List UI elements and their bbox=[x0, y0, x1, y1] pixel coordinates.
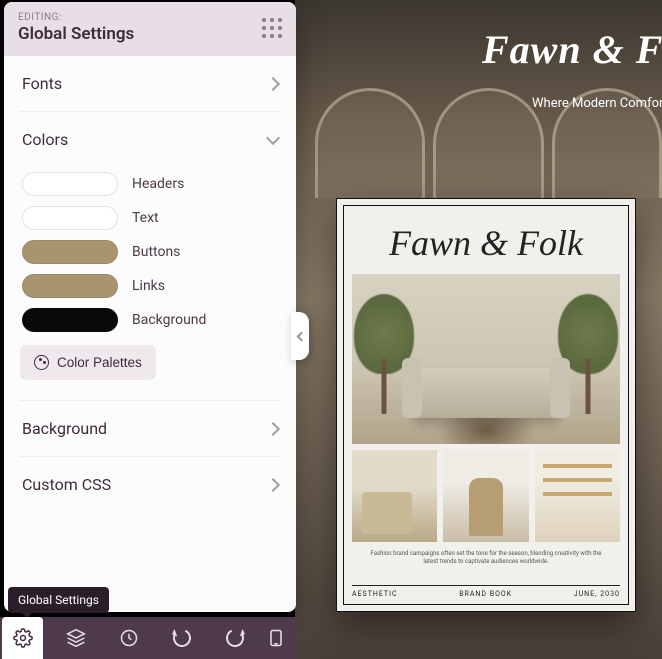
color-label: Text bbox=[132, 210, 159, 226]
chevron-right-icon bbox=[266, 76, 280, 90]
section-label: Fonts bbox=[22, 74, 62, 93]
card-thumb bbox=[535, 450, 620, 542]
device-preview-button[interactable] bbox=[255, 617, 296, 659]
device-icon bbox=[266, 628, 286, 648]
global-settings-button[interactable] bbox=[2, 617, 43, 659]
undo-button[interactable] bbox=[161, 617, 202, 659]
panel-title: Global Settings bbox=[18, 24, 282, 44]
tooltip: Global Settings bbox=[8, 587, 109, 613]
color-swatch[interactable] bbox=[22, 308, 118, 332]
gear-icon bbox=[13, 628, 33, 648]
card-footer-center: BRAND BOOK bbox=[459, 590, 512, 598]
palette-icon bbox=[34, 355, 49, 370]
card-caption: Fashion brand campaigns often set the to… bbox=[344, 542, 628, 566]
panel-body: Fonts Colors Headers Text Buttons Links Back… bbox=[4, 56, 296, 612]
history-icon bbox=[119, 628, 139, 648]
redo-icon bbox=[223, 626, 246, 649]
section-label: Background bbox=[22, 419, 107, 438]
color-palettes-button[interactable]: Color Palettes bbox=[20, 345, 156, 380]
hero-title: Fawn & Folk bbox=[482, 26, 662, 73]
color-label: Buttons bbox=[132, 244, 180, 260]
color-swatch[interactable] bbox=[22, 172, 118, 196]
color-row[interactable]: Background bbox=[20, 303, 280, 337]
card-title: Fawn & Folk bbox=[344, 206, 628, 274]
color-label: Links bbox=[132, 278, 165, 294]
collapse-panel-button[interactable] bbox=[291, 312, 309, 360]
layers-button[interactable] bbox=[55, 617, 96, 659]
color-swatch[interactable] bbox=[22, 206, 118, 230]
card-main-image bbox=[352, 274, 620, 444]
chevron-right-icon bbox=[266, 421, 280, 435]
chevron-left-icon bbox=[297, 331, 307, 341]
section-toggle-custom-css[interactable]: Custom CSS bbox=[20, 457, 280, 512]
section-label: Custom CSS bbox=[22, 475, 111, 494]
section-label: Colors bbox=[22, 130, 68, 149]
redo-button[interactable] bbox=[214, 617, 255, 659]
section-toggle-colors[interactable]: Colors bbox=[20, 112, 280, 167]
color-label: Headers bbox=[132, 176, 184, 192]
drag-handle-icon[interactable] bbox=[260, 16, 284, 40]
section-toggle-background[interactable]: Background bbox=[20, 401, 280, 456]
color-palettes-label: Color Palettes bbox=[57, 355, 142, 370]
hero-subtitle: Where Modern Comfort Meets Timeless Desi… bbox=[532, 96, 662, 111]
section-colors: Colors Headers Text Buttons Links Background… bbox=[20, 112, 280, 401]
color-swatch[interactable] bbox=[22, 274, 118, 298]
undo-icon bbox=[170, 626, 193, 649]
panel-header: EDITING: Global Settings bbox=[4, 2, 296, 56]
section-toggle-fonts[interactable]: Fonts bbox=[20, 56, 280, 111]
card-thumb bbox=[443, 450, 528, 542]
chevron-right-icon bbox=[266, 477, 280, 491]
colors-list: Headers Text Buttons Links Background Color P… bbox=[20, 167, 280, 400]
card-thumb bbox=[352, 450, 437, 542]
layers-icon bbox=[66, 628, 86, 648]
settings-panel: EDITING: Global Settings Fonts Colors He… bbox=[4, 2, 296, 612]
brand-card[interactable]: Fawn & Folk Fashion brand campaigns ofte… bbox=[336, 198, 636, 612]
chevron-down-icon bbox=[266, 130, 280, 144]
card-footer-left: AESTHETIC bbox=[352, 590, 398, 598]
color-row[interactable]: Links bbox=[20, 269, 280, 303]
color-row[interactable]: Headers bbox=[20, 167, 280, 201]
color-label: Background bbox=[132, 312, 206, 328]
section-background: Background bbox=[20, 401, 280, 457]
editor-toolbar bbox=[0, 617, 296, 659]
card-thumb-row bbox=[352, 450, 620, 542]
history-button[interactable] bbox=[108, 617, 149, 659]
panel-eyebrow: EDITING: bbox=[18, 12, 282, 23]
section-fonts: Fonts bbox=[20, 56, 280, 112]
section-custom-css: Custom CSS bbox=[20, 457, 280, 512]
color-row[interactable]: Text bbox=[20, 201, 280, 235]
card-footer-right: JUNE, 2030 bbox=[574, 590, 620, 598]
card-footer: AESTHETIC BRAND BOOK JUNE, 2030 bbox=[352, 585, 620, 598]
color-row[interactable]: Buttons bbox=[20, 235, 280, 269]
color-swatch[interactable] bbox=[22, 240, 118, 264]
